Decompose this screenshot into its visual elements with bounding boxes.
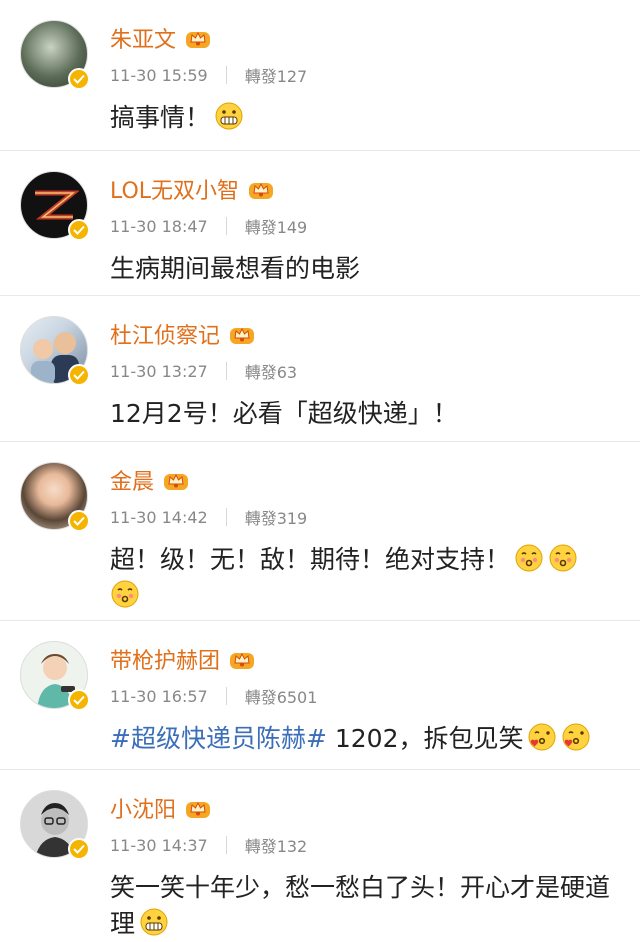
repost-count[interactable]: 轉發132 (245, 833, 308, 857)
comment-item: 杜江侦察记 11-30 13:27 轉發63 12月2号！必看「超级快递」！ (0, 296, 640, 442)
verified-badge-icon (68, 510, 90, 532)
vip-crown-icon (186, 31, 211, 48)
comment-text-body: 超！级！无！敌！期待！绝对支持！ (110, 545, 511, 574)
kiss-emoji-icon (111, 580, 139, 608)
username[interactable]: 金晨 (110, 464, 154, 496)
comment-item: LOL无双小智 11-30 18:47 轉發149 生病期间最想看的电影 (0, 151, 640, 296)
comment-text: #超级快递员陈赫# 1202，拆包见笑 (110, 721, 620, 757)
comment-text: 超！级！无！敌！期待！绝对支持！ (110, 542, 620, 614)
vip-crown-icon (249, 182, 274, 199)
comment-text-body: 12月2号！必看「超级快递」！ (110, 399, 458, 428)
username[interactable]: 杜江侦察记 (110, 318, 220, 350)
kiss-emoji-icon (515, 544, 543, 572)
comment-item: 小沈阳 11-30 14:37 轉發132 笑一笑十年少，愁一愁白了头！开心才是… (0, 770, 640, 938)
repost-count[interactable]: 轉發319 (245, 505, 308, 529)
vip-crown-icon (230, 652, 255, 669)
vip-crown-icon (230, 327, 255, 344)
verified-badge-icon (68, 689, 90, 711)
comment-text-body: 笑一笑十年少，愁一愁白了头！开心才是硬道理 (110, 873, 611, 938)
post-time: 11-30 18:47 (110, 216, 208, 236)
avatar[interactable] (20, 790, 90, 860)
comment-text-body: 搞事情！ (110, 103, 211, 132)
hashtag-link[interactable]: #超级快递员陈赫# (110, 724, 327, 753)
grin-emoji-icon (140, 908, 168, 936)
comment-text: 搞事情！ (110, 100, 620, 136)
comment-item: 金晨 11-30 14:42 轉發319 超！级！无！敌！期待！绝对支持！ (0, 442, 640, 621)
avatar[interactable] (20, 171, 90, 241)
repost-count[interactable]: 轉發149 (245, 214, 308, 238)
comment-item: 带枪护赫团 11-30 16:57 轉發6501 #超级快递员陈赫# 1202，… (0, 621, 640, 770)
avatar[interactable] (20, 316, 90, 386)
comment-text: 12月2号！必看「超级快递」！ (110, 396, 620, 432)
username[interactable]: LOL无双小智 (110, 173, 239, 205)
post-time: 11-30 14:42 (110, 507, 208, 527)
comment-feed: 朱亚文 11-30 15:59 轉發127 搞事情！ LOL无双小智 11-30… (0, 0, 640, 938)
meta-divider (225, 66, 227, 84)
avatar[interactable] (20, 20, 90, 90)
meta-divider (225, 217, 227, 235)
kiss-heart-emoji-icon (528, 723, 556, 751)
avatar[interactable] (20, 462, 90, 532)
repost-count[interactable]: 轉發63 (245, 359, 297, 383)
post-time: 11-30 15:59 (110, 65, 208, 85)
grin-emoji-icon (215, 102, 243, 130)
comment-text-body: 生病期间最想看的电影 (110, 254, 361, 283)
meta-divider (225, 687, 227, 705)
verified-badge-icon (68, 68, 90, 90)
comment-text-body: 1202，拆包见笑 (326, 724, 524, 753)
avatar[interactable] (20, 641, 90, 711)
comment-text: 生病期间最想看的电影 (110, 251, 620, 287)
verified-badge-icon (68, 364, 90, 386)
kiss-heart-emoji-icon (562, 723, 590, 751)
verified-badge-icon (68, 838, 90, 860)
comment-item: 朱亚文 11-30 15:59 轉發127 搞事情！ (0, 0, 640, 151)
vip-crown-icon (164, 473, 189, 490)
meta-divider (225, 508, 227, 526)
repost-count[interactable]: 轉發6501 (245, 684, 318, 708)
username[interactable]: 带枪护赫团 (110, 643, 220, 675)
repost-count[interactable]: 轉發127 (245, 63, 308, 87)
username[interactable]: 小沈阳 (110, 792, 176, 824)
meta-divider (225, 836, 227, 854)
post-time: 11-30 16:57 (110, 686, 208, 706)
comment-text: 笑一笑十年少，愁一愁白了头！开心才是硬道理 (110, 870, 620, 942)
kiss-emoji-icon (549, 544, 577, 572)
post-time: 11-30 13:27 (110, 361, 208, 381)
vip-crown-icon (186, 801, 211, 818)
meta-divider (225, 362, 227, 380)
username[interactable]: 朱亚文 (110, 22, 176, 54)
verified-badge-icon (68, 219, 90, 241)
post-time: 11-30 14:37 (110, 835, 208, 855)
